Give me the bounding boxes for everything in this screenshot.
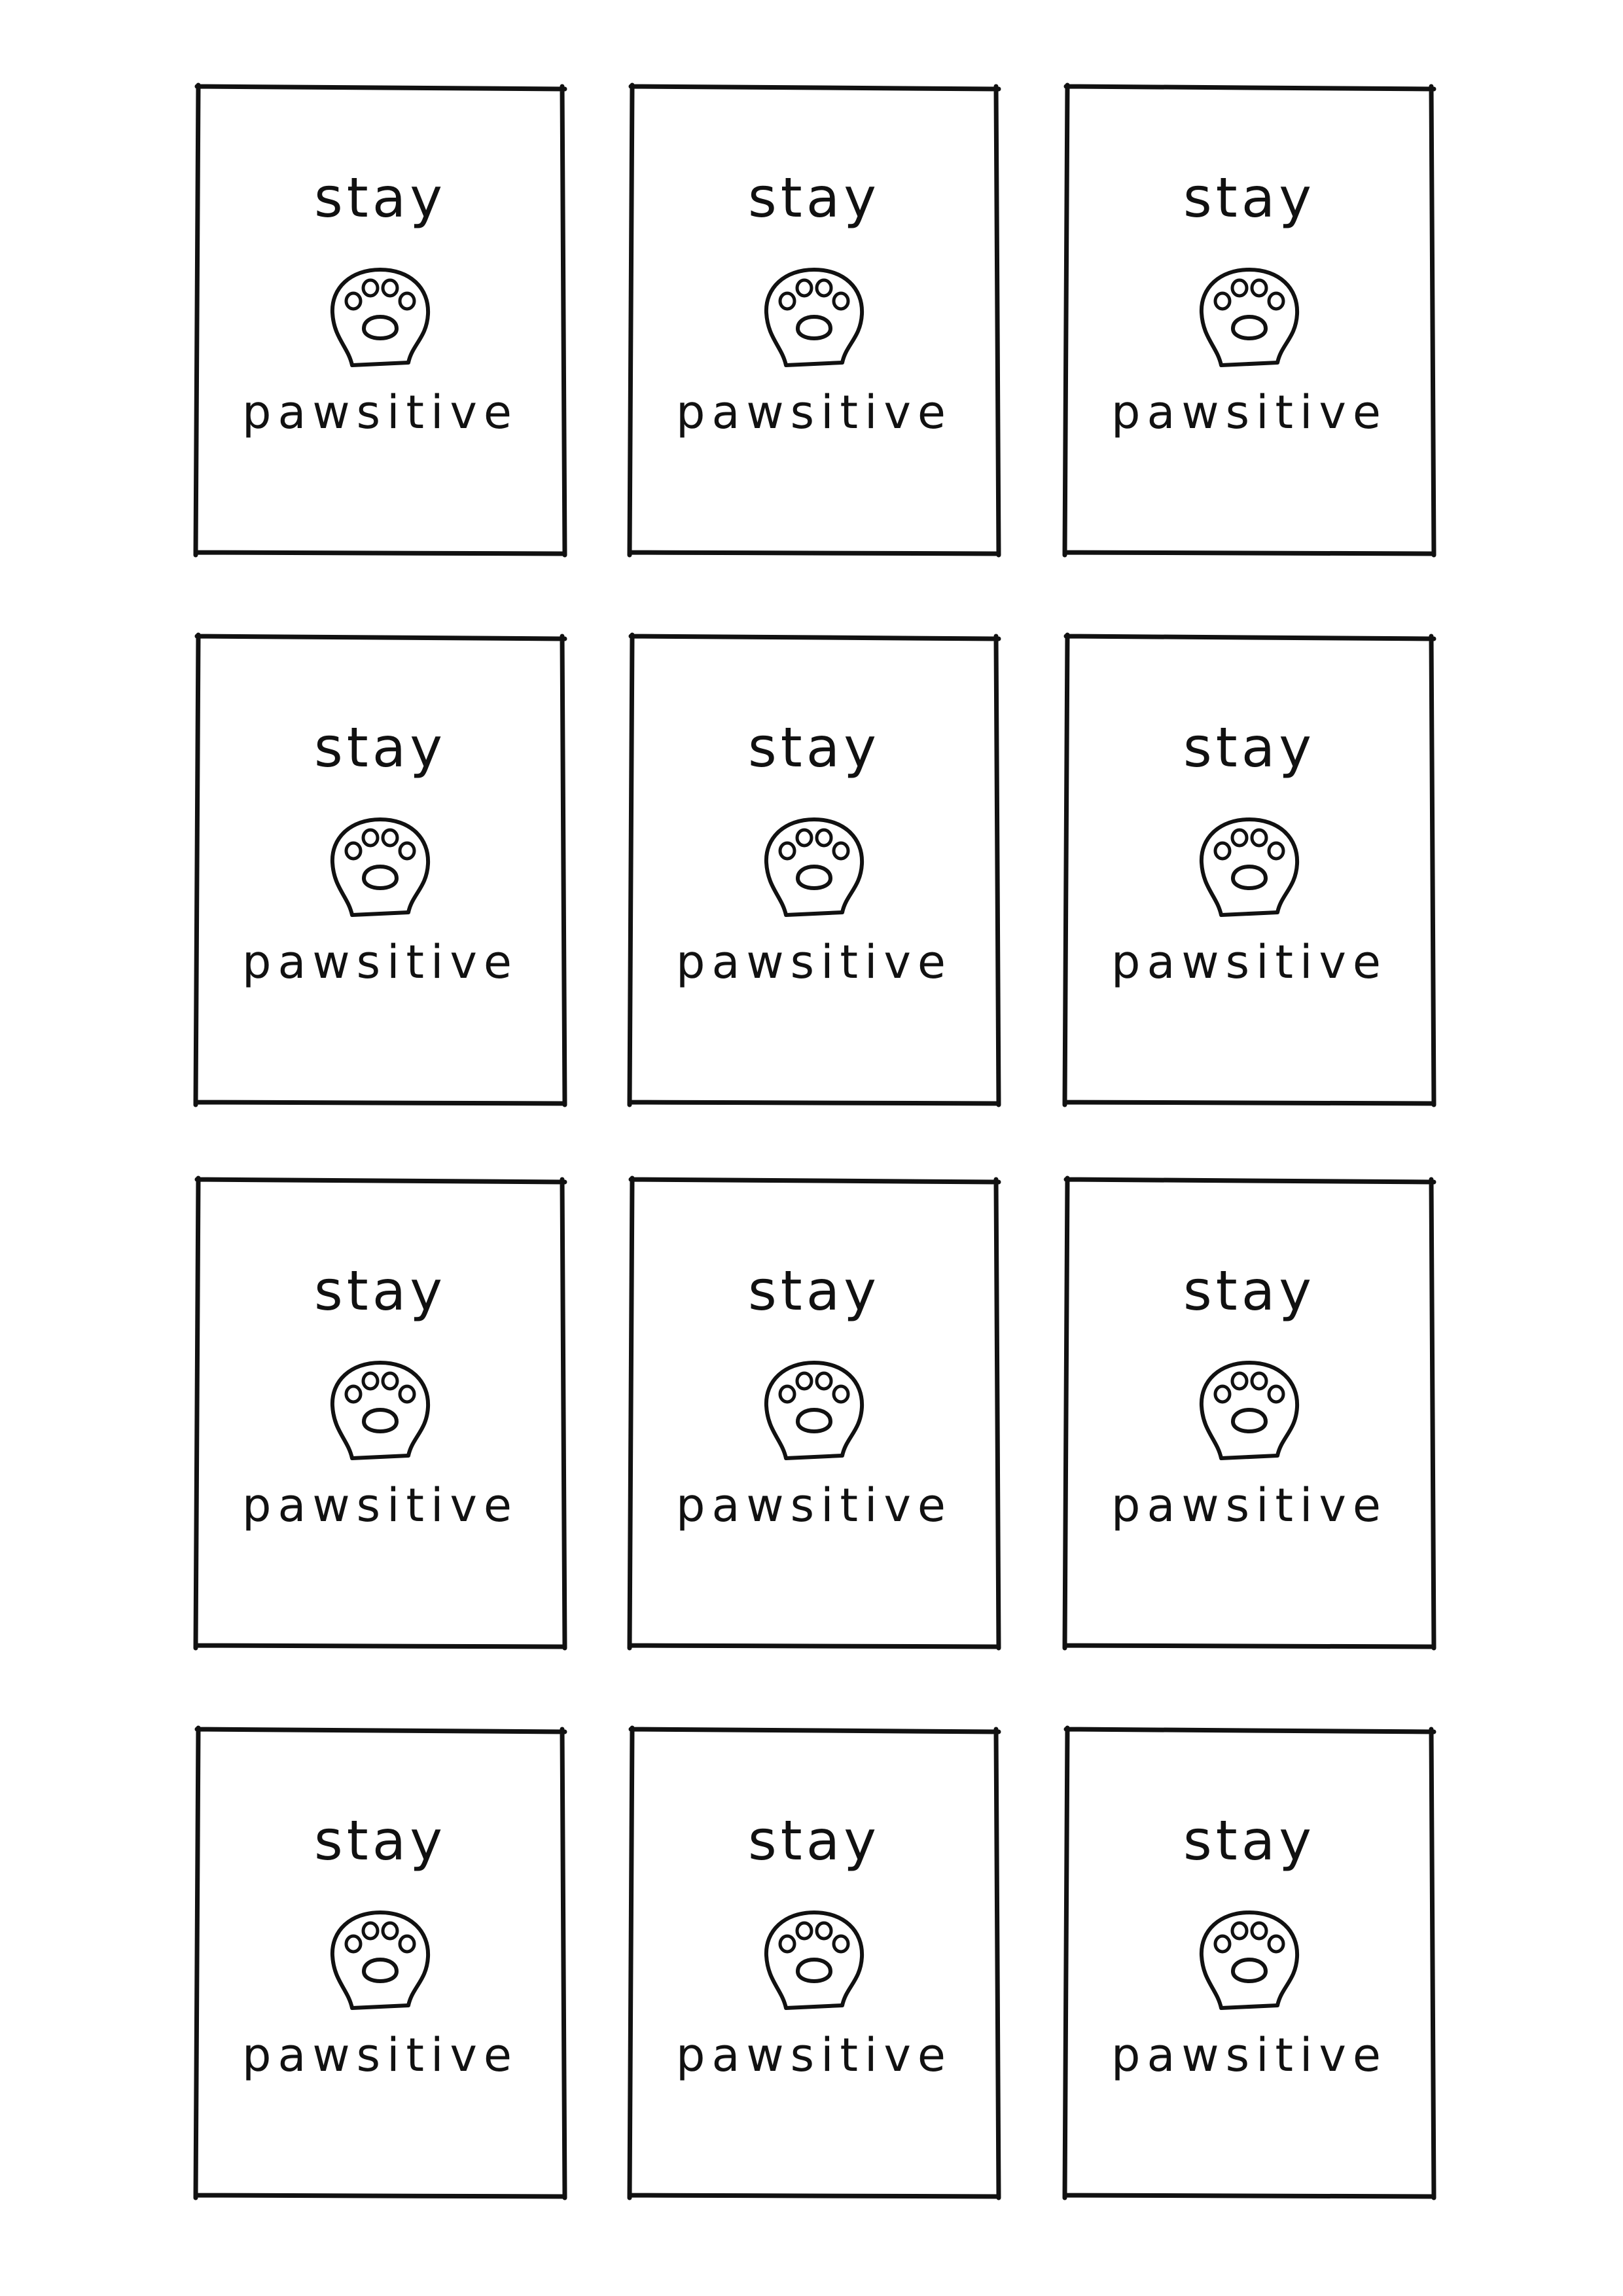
cat-paw-icon <box>764 817 865 917</box>
cat-paw-icon <box>1199 268 1300 367</box>
card-text-pawsitive: pawsitive <box>1111 935 1387 989</box>
card-text-pawsitive: pawsitive <box>676 1479 952 1532</box>
sticker-card: stay pawsitive <box>193 82 567 558</box>
card-text-stay: stay <box>1183 166 1315 230</box>
card-text-stay: stay <box>1183 1808 1315 1873</box>
sticker-card: stay pawsitive <box>1062 632 1436 1107</box>
sticker-card: stay pawsitive <box>193 632 567 1107</box>
cat-paw-icon <box>1199 1910 1300 2010</box>
card-text-pawsitive: pawsitive <box>676 2028 952 2082</box>
card-text-stay: stay <box>314 1259 446 1323</box>
card-text-stay: stay <box>314 715 446 780</box>
sticker-card: stay pawsitive <box>627 1175 1001 1651</box>
sticker-card: stay pawsitive <box>1062 1175 1436 1651</box>
cat-paw-icon <box>330 817 431 917</box>
card-text-stay: stay <box>314 1808 446 1873</box>
sticker-card: stay pawsitive <box>627 632 1001 1107</box>
cat-paw-icon <box>330 1910 431 2010</box>
sticker-card: stay pawsitive <box>193 1175 567 1651</box>
card-text-stay: stay <box>1183 1259 1315 1323</box>
card-text-pawsitive: pawsitive <box>242 2028 518 2082</box>
cat-paw-icon <box>764 1910 865 2010</box>
card-text-pawsitive: pawsitive <box>1111 386 1387 439</box>
sticker-card: stay pawsitive <box>627 82 1001 558</box>
sticker-card: stay pawsitive <box>627 1725 1001 2200</box>
card-text-pawsitive: pawsitive <box>1111 1479 1387 1532</box>
card-text-stay: stay <box>314 166 446 230</box>
card-text-pawsitive: pawsitive <box>242 935 518 989</box>
card-text-pawsitive: pawsitive <box>242 386 518 439</box>
card-text-stay: stay <box>748 715 880 780</box>
card-text-stay: stay <box>748 1808 880 1873</box>
sticker-card: stay pawsitive <box>193 1725 567 2200</box>
sticker-sheet: { "sheet": { "ink_color": "#111111", "ba… <box>0 0 1623 2296</box>
card-text-pawsitive: pawsitive <box>242 1479 518 1532</box>
card-text-stay: stay <box>748 1259 880 1323</box>
cat-paw-icon <box>764 1361 865 1460</box>
sticker-card: stay pawsitive <box>1062 82 1436 558</box>
card-text-stay: stay <box>1183 715 1315 780</box>
cat-paw-icon <box>330 268 431 367</box>
cat-paw-icon <box>1199 1361 1300 1460</box>
cat-paw-icon <box>1199 817 1300 917</box>
card-text-stay: stay <box>748 166 880 230</box>
sticker-card: stay pawsitive <box>1062 1725 1436 2200</box>
card-text-pawsitive: pawsitive <box>1111 2028 1387 2082</box>
card-text-pawsitive: pawsitive <box>676 386 952 439</box>
cat-paw-icon <box>330 1361 431 1460</box>
cat-paw-icon <box>764 268 865 367</box>
card-text-pawsitive: pawsitive <box>676 935 952 989</box>
